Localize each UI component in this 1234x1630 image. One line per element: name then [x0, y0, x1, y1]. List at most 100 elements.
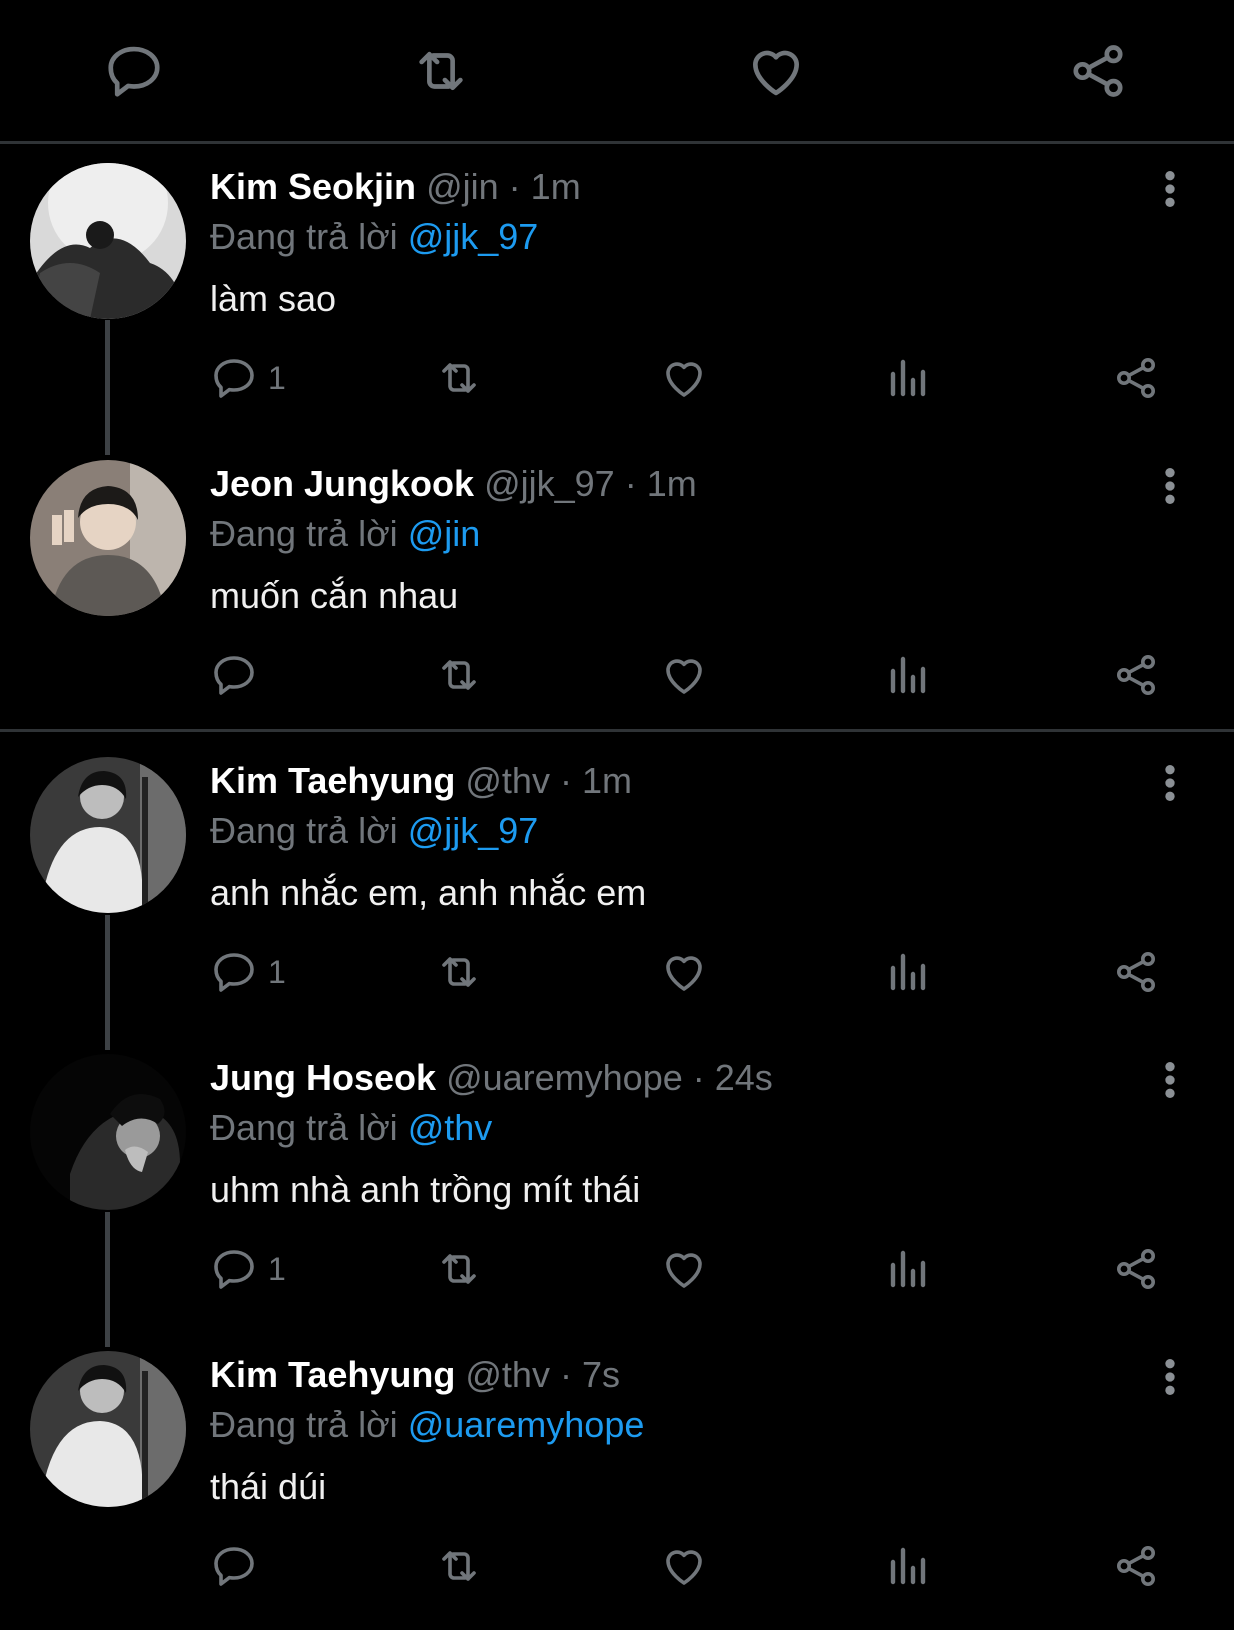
retweet-button[interactable]	[435, 1538, 483, 1594]
author-handle[interactable]: @thv	[465, 760, 550, 801]
views-icon	[885, 1245, 933, 1293]
reply-mention[interactable]: @uaremyhope	[408, 1404, 645, 1445]
reply-button[interactable]	[210, 647, 268, 703]
reply-button[interactable]: 1	[210, 944, 286, 1000]
tweet-header: Jeon Jungkook @jjk_97 · 1m	[210, 462, 697, 506]
share-button[interactable]	[1112, 647, 1160, 703]
reply-icon	[210, 948, 258, 996]
views-button[interactable]	[885, 1241, 933, 1297]
timestamp[interactable]: 24s	[715, 1057, 773, 1098]
reply-mention[interactable]: @thv	[408, 1107, 493, 1148]
reply-icon[interactable]	[103, 40, 165, 102]
reply-context: Đang trả lời @jin	[210, 512, 480, 556]
reply-count: 1	[268, 1250, 286, 1287]
separator-dot: ·	[508, 166, 521, 207]
separator-dot: ·	[624, 463, 637, 504]
tweet[interactable]: Kim Taehyung @thv · 7s Đang trả lời @uar…	[0, 1333, 1234, 1630]
views-icon	[885, 651, 933, 699]
author-name[interactable]: Kim Seokjin	[210, 166, 416, 207]
retweet-button[interactable]	[435, 350, 483, 406]
reply-button[interactable]: 1	[210, 1241, 286, 1297]
views-icon	[885, 354, 933, 402]
retweet-icon[interactable]	[410, 40, 472, 102]
share-icon[interactable]	[1067, 40, 1129, 102]
views-icon	[885, 1542, 933, 1590]
share-button[interactable]	[1112, 944, 1160, 1000]
reply-prefix: Đang trả lời	[210, 513, 408, 554]
author-handle[interactable]: @jjk_97	[484, 463, 615, 504]
tweet-header: Kim Taehyung @thv · 7s	[210, 1353, 620, 1397]
avatar[interactable]	[30, 757, 186, 913]
share-icon	[1112, 1245, 1160, 1293]
more-options-icon[interactable]	[1150, 1353, 1190, 1401]
share-icon	[1112, 651, 1160, 699]
timestamp[interactable]: 7s	[582, 1354, 620, 1395]
views-button[interactable]	[885, 647, 933, 703]
like-icon	[660, 651, 708, 699]
author-name[interactable]: Kim Taehyung	[210, 760, 455, 801]
share-icon	[1112, 1542, 1160, 1590]
separator-dot: ·	[692, 1057, 705, 1098]
author-handle[interactable]: @jin	[426, 166, 499, 207]
tweet-actions	[0, 647, 1234, 703]
retweet-icon	[435, 651, 483, 699]
retweet-button[interactable]	[435, 647, 483, 703]
like-button[interactable]	[660, 1241, 708, 1297]
more-options-icon[interactable]	[1150, 462, 1190, 510]
reply-button[interactable]	[210, 1538, 268, 1594]
tweet-actions: 1	[0, 350, 1234, 406]
retweet-button[interactable]	[435, 944, 483, 1000]
reply-icon	[210, 354, 258, 402]
retweet-button[interactable]	[435, 1241, 483, 1297]
tweet[interactable]: Kim Seokjin @jin · 1m Đang trả lời @jjk_…	[0, 145, 1234, 442]
like-button[interactable]	[660, 350, 708, 406]
like-icon	[660, 1542, 708, 1590]
tweet[interactable]: Jung Hoseok @uaremyhope · 24s Đang trả l…	[0, 1036, 1234, 1333]
share-button[interactable]	[1112, 350, 1160, 406]
author-name[interactable]: Kim Taehyung	[210, 1354, 455, 1395]
like-icon[interactable]	[745, 40, 807, 102]
views-icon	[885, 948, 933, 996]
avatar[interactable]	[30, 460, 186, 616]
avatar[interactable]	[30, 163, 186, 319]
separator-dot: ·	[559, 760, 572, 801]
reply-context: Đang trả lời @uaremyhope	[210, 1403, 644, 1447]
like-button[interactable]	[660, 944, 708, 1000]
avatar[interactable]	[30, 1351, 186, 1507]
views-button[interactable]	[885, 1538, 933, 1594]
like-button[interactable]	[660, 647, 708, 703]
tweet-text: làm sao	[210, 278, 337, 319]
author-handle[interactable]: @thv	[465, 1354, 550, 1395]
tweet-actions: 1	[0, 944, 1234, 1000]
like-icon	[660, 948, 708, 996]
views-button[interactable]	[885, 350, 933, 406]
like-button[interactable]	[660, 1538, 708, 1594]
reply-prefix: Đang trả lời	[210, 810, 408, 851]
avatar[interactable]	[30, 1054, 186, 1210]
tweet-header: Kim Taehyung @thv · 1m	[210, 759, 632, 803]
more-options-icon[interactable]	[1150, 759, 1190, 807]
timestamp[interactable]: 1m	[647, 463, 697, 504]
share-button[interactable]	[1112, 1538, 1160, 1594]
timestamp[interactable]: 1m	[531, 166, 581, 207]
share-button[interactable]	[1112, 1241, 1160, 1297]
reply-mention[interactable]: @jin	[408, 513, 481, 554]
reply-button[interactable]: 1	[210, 350, 286, 406]
reply-mention[interactable]: @jjk_97	[408, 810, 539, 851]
author-handle[interactable]: @uaremyhope	[446, 1057, 683, 1098]
tweet[interactable]: Jeon Jungkook @jjk_97 · 1m Đang trả lời …	[0, 442, 1234, 739]
more-options-icon[interactable]	[1150, 1056, 1190, 1104]
share-icon	[1112, 948, 1160, 996]
share-icon	[1112, 354, 1160, 402]
views-button[interactable]	[885, 944, 933, 1000]
reply-mention[interactable]: @jjk_97	[408, 216, 539, 257]
reply-context: Đang trả lời @thv	[210, 1106, 492, 1150]
author-name[interactable]: Jung Hoseok	[210, 1057, 436, 1098]
tweet-header: Kim Seokjin @jin · 1m	[210, 165, 581, 209]
author-name[interactable]: Jeon Jungkook	[210, 463, 474, 504]
retweet-icon	[435, 1245, 483, 1293]
tweet-actions: 1	[0, 1241, 1234, 1297]
tweet[interactable]: Kim Taehyung @thv · 1m Đang trả lời @jjk…	[0, 739, 1234, 1036]
timestamp[interactable]: 1m	[582, 760, 632, 801]
more-options-icon[interactable]	[1150, 165, 1190, 213]
